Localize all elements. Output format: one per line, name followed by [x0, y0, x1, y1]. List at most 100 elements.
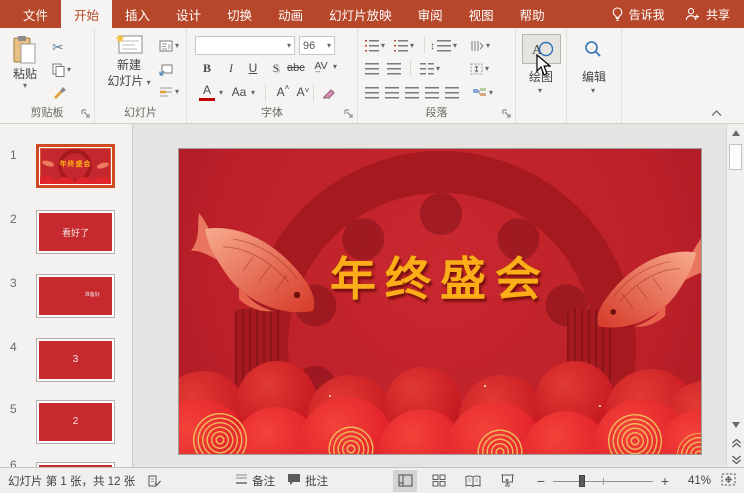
tab-insert[interactable]: 插入 — [112, 0, 163, 28]
search-icon — [583, 39, 603, 59]
increase-font-size-button[interactable]: A — [275, 83, 291, 101]
align-text-button[interactable]: ▾ — [470, 60, 489, 78]
slide-sorter-view-button[interactable] — [427, 470, 451, 492]
columns-button[interactable]: ▾ — [420, 60, 440, 78]
comments-toggle-button[interactable]: 批注 — [287, 473, 328, 489]
paragraph-dialog-launcher[interactable] — [502, 109, 512, 119]
bullets-icon — [365, 40, 379, 52]
thumbnail-slide-3[interactable]: 准备好 — [36, 274, 115, 318]
normal-view-button[interactable] — [393, 470, 417, 492]
tab-transitions[interactable]: 切换 — [214, 0, 265, 28]
reset-slide-button[interactable] — [159, 60, 173, 78]
bullets-button[interactable]: ▾ — [365, 37, 385, 55]
align-left-button[interactable] — [365, 84, 379, 102]
font-size-combo[interactable]: 96 ▾ — [299, 36, 335, 55]
smartart-button[interactable]: ▾ — [472, 84, 493, 102]
font-name-combo[interactable]: ▾ — [195, 36, 295, 55]
scroll-down-button[interactable] — [729, 418, 743, 432]
section-icon — [159, 86, 173, 99]
scrollbar-thumb[interactable] — [729, 144, 742, 170]
text-direction-button[interactable]: ▾ — [470, 37, 490, 55]
vertical-scrollbar — [726, 124, 744, 467]
thumbnail-slide-1[interactable]: 年终盛会 — [36, 144, 115, 188]
zoom-in-button[interactable]: + — [659, 473, 671, 489]
text-shadow-button[interactable]: S — [268, 59, 284, 77]
tab-design[interactable]: 设计 — [163, 0, 214, 28]
distribute-button[interactable] — [445, 84, 459, 102]
line-spacing-lines-icon — [437, 40, 451, 52]
fit-slide-to-window-button[interactable] — [721, 473, 736, 489]
cut-button[interactable]: ✂ — [52, 38, 64, 56]
notes-toggle-button[interactable]: 备注 — [235, 473, 275, 489]
decrease-font-size-button[interactable]: A — [295, 83, 311, 101]
strikethrough-button[interactable]: abc — [287, 59, 305, 77]
thumbnail-number: 3 — [10, 276, 17, 290]
zoom-slider[interactable] — [553, 474, 653, 488]
align-center-button[interactable] — [385, 84, 399, 102]
slides-group-label: 幻灯片 — [95, 104, 186, 120]
tab-view[interactable]: 视图 — [456, 0, 507, 28]
new-slide-label-1: 新建 — [117, 58, 141, 72]
scroll-up-button[interactable] — [729, 126, 743, 140]
justify-button[interactable] — [425, 84, 439, 102]
character-spacing-button[interactable]: AV — [313, 57, 329, 75]
tell-me-box[interactable]: 告诉我 — [604, 0, 673, 28]
slide-canvas-area: 年终盛会 — [134, 124, 726, 467]
tab-file[interactable]: 文件 — [10, 0, 61, 28]
collapse-ribbon-button[interactable] — [711, 109, 722, 117]
thumbnail-number: 5 — [10, 402, 17, 416]
zoom-slider-knob[interactable] — [579, 475, 585, 487]
clear-formatting-button[interactable] — [321, 83, 337, 101]
previous-slide-button[interactable] — [729, 436, 743, 450]
thumbnail-2-text: 看好了 — [39, 226, 112, 239]
thumbnail-slide-4[interactable]: 3 — [36, 338, 115, 382]
increase-indent-button[interactable] — [387, 60, 401, 78]
paste-button[interactable]: 粘贴 ▾ — [6, 35, 44, 89]
text-direction-icon — [470, 40, 484, 52]
thumbnail-slide-2[interactable]: 看好了 — [36, 210, 115, 254]
slide-editor[interactable]: 年终盛会 — [178, 148, 702, 455]
sparkle — [484, 385, 486, 387]
numbering-button[interactable]: ▾ — [394, 37, 414, 55]
line-spacing-button[interactable]: ↕ ▾ — [430, 37, 457, 55]
thumbnail-3-text: 准备好 — [56, 291, 112, 298]
tab-home[interactable]: 开始 — [61, 0, 112, 28]
tab-animations[interactable]: 动画 — [265, 0, 316, 28]
align-center-icon — [385, 87, 399, 99]
powerpoint-window: 文件 开始 插入 设计 切换 动画 幻灯片放映 审阅 视图 帮助 告诉我 共享 — [0, 0, 744, 493]
tab-help[interactable]: 帮助 — [507, 0, 558, 28]
reading-view-button[interactable] — [461, 470, 485, 492]
zoom-level-button[interactable]: 41% — [675, 475, 711, 487]
zoom-out-button[interactable]: − — [535, 473, 547, 489]
italic-button[interactable]: I — [223, 59, 239, 77]
reading-view-icon — [465, 475, 481, 487]
clipboard-dialog-launcher[interactable] — [81, 109, 91, 119]
thumbnail-slide-5[interactable]: 2 — [36, 400, 115, 444]
editing-button[interactable] — [575, 34, 611, 64]
section-button[interactable]: ▾ — [159, 83, 179, 101]
next-slide-button[interactable] — [729, 452, 743, 466]
underline-button[interactable]: U — [245, 59, 261, 77]
change-case-button[interactable]: Aa — [231, 83, 247, 101]
decrease-indent-button[interactable] — [365, 60, 379, 78]
sparkle — [599, 405, 601, 407]
line-spacing-icon: ↕ — [430, 41, 435, 52]
slide-number-indicator[interactable]: 幻灯片 第 1 张，共 12 张 — [8, 473, 135, 489]
font-group-label: 字体 — [187, 104, 357, 120]
font-dialog-launcher[interactable] — [344, 109, 354, 119]
new-slide-button[interactable]: 新建 幻灯片 ▾ — [103, 34, 155, 88]
tab-review[interactable]: 审阅 — [405, 0, 456, 28]
ribbon-tab-bar: 文件 开始 插入 设计 切换 动画 幻灯片放映 审阅 视图 帮助 告诉我 共享 — [0, 0, 744, 28]
bold-button[interactable]: B — [199, 59, 215, 77]
tab-slideshow[interactable]: 幻灯片放映 — [316, 0, 405, 28]
font-color-button[interactable]: A — [199, 83, 215, 101]
slideshow-view-button[interactable] — [495, 470, 519, 492]
slideshow-icon — [500, 474, 515, 487]
align-right-button[interactable] — [405, 84, 419, 102]
slide-layout-button[interactable]: ▾ — [159, 37, 179, 55]
spell-check-button[interactable] — [147, 474, 161, 488]
copy-button[interactable]: ▾ — [52, 61, 71, 79]
format-painter-button[interactable] — [52, 83, 67, 101]
share-button[interactable]: 共享 — [685, 0, 730, 28]
copy-caret-icon: ▾ — [67, 67, 71, 73]
